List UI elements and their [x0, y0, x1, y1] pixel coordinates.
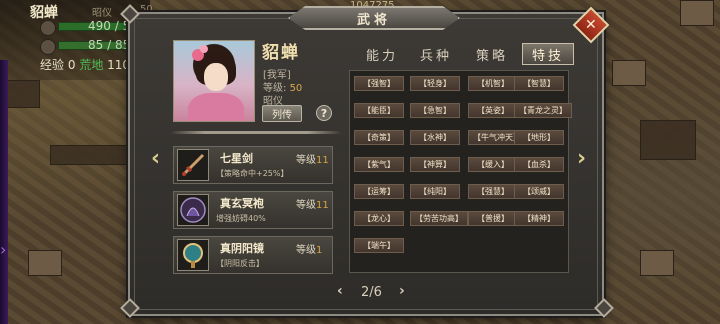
- equipment-level: 等级11: [296, 155, 329, 166]
- troops-icon: [40, 39, 56, 55]
- skill-chip[interactable]: 【轻身】: [410, 76, 460, 91]
- skill-chip[interactable]: 【普援】: [468, 211, 518, 226]
- exp-label: 经验: [40, 58, 65, 72]
- town-sprite: [612, 60, 646, 86]
- left-edge-strip: [0, 60, 8, 324]
- skill-chip[interactable]: 【紫气】: [354, 157, 404, 172]
- next-general-button[interactable]: ›: [577, 146, 586, 171]
- tab-ability[interactable]: 能力: [356, 43, 408, 65]
- left-drawer-icon[interactable]: ›: [0, 240, 6, 259]
- prev-general-button[interactable]: ‹: [151, 146, 160, 171]
- sword-icon: [177, 149, 209, 181]
- equipment-desc: 【策略命中+25%】: [216, 169, 289, 178]
- help-icon[interactable]: ?: [316, 105, 332, 121]
- skill-chip[interactable]: 【奇策】: [354, 130, 404, 145]
- skill-chip[interactable]: 【水神】: [410, 130, 460, 145]
- equipment-desc: 【阴阳反击】: [216, 259, 264, 268]
- tab-troops[interactable]: 兵种: [410, 43, 462, 65]
- skill-chip[interactable]: 【强智】: [354, 76, 404, 91]
- equipment-slot-accessory[interactable]: 真阴阳镜 等级1 【阴阳反击】: [173, 236, 333, 274]
- equipment-desc: 增强妨碍40%: [216, 214, 266, 223]
- skill-chip[interactable]: 【端午】: [354, 238, 404, 253]
- equipment-name: 真阴阳镜: [220, 242, 264, 255]
- skill-chip[interactable]: 【运筹】: [354, 184, 404, 199]
- skill-chip[interactable]: 【地形】: [514, 130, 564, 145]
- skill-chip[interactable]: 【强慧】: [468, 184, 518, 199]
- skill-chip[interactable]: 【龙心】: [354, 211, 404, 226]
- town-sprite: [680, 0, 714, 26]
- page-indicator: 2/6: [361, 285, 382, 300]
- equipment-level: 等级1: [296, 245, 323, 256]
- skill-chip[interactable]: 【纯阳】: [410, 184, 460, 199]
- skill-chip[interactable]: 【颂威】: [514, 184, 564, 199]
- town-sprite: [640, 250, 674, 276]
- character-name: 貂蝉: [262, 43, 300, 63]
- skill-chip[interactable]: 【智慧】: [514, 76, 564, 91]
- hp-icon: [40, 20, 56, 36]
- robe-icon: [177, 194, 209, 226]
- page-next-button[interactable]: ›: [399, 283, 405, 299]
- skill-chip[interactable]: 【精神】: [514, 211, 564, 226]
- hp-text: 490 / 5: [88, 19, 131, 33]
- dialog-title: 武将: [356, 12, 391, 28]
- card-divider: [170, 131, 342, 134]
- skill-chip[interactable]: 【神算】: [410, 157, 460, 172]
- hud-title: 昭仪: [92, 8, 112, 19]
- skill-chip[interactable]: 【劳苦功高】: [410, 211, 468, 226]
- skill-chip[interactable]: 【英姿】: [468, 103, 518, 118]
- character-portrait: [173, 40, 255, 122]
- equipment-name: 七星剑: [220, 152, 253, 165]
- skill-chip[interactable]: 【血杀】: [514, 157, 564, 172]
- land-value: 110: [107, 58, 131, 72]
- hud-name: 貂蝉: [30, 5, 58, 21]
- land-label: 荒地: [79, 58, 104, 72]
- skill-chip[interactable]: 【机智】: [468, 76, 518, 91]
- mirror-icon: [177, 239, 209, 271]
- tab-strategy[interactable]: 策略: [466, 43, 518, 65]
- equipment-level: 等级11: [296, 200, 329, 211]
- skill-chip[interactable]: 【能臣】: [354, 103, 404, 118]
- skill-chip[interactable]: 【青龙之灵】: [514, 103, 572, 118]
- biography-button[interactable]: 列传: [262, 105, 302, 122]
- close-icon: ✕: [585, 16, 597, 33]
- town-sprite: [28, 250, 62, 276]
- equipment-slot-armor[interactable]: 真玄冥袍 等级11 增强妨碍40%: [173, 191, 333, 229]
- equipment-slot-weapon[interactable]: 七星剑 等级11 【策略命中+25%】: [173, 146, 333, 184]
- dialog-title-plate: 武将: [288, 6, 460, 30]
- hud-stats: 经验 0 荒地 110: [40, 56, 130, 73]
- equipment-name: 真玄冥袍: [220, 197, 264, 210]
- troops-text: 85 / 85: [88, 38, 131, 52]
- skill-chip[interactable]: 【缓入】: [468, 157, 518, 172]
- tab-skills[interactable]: 特技: [522, 43, 574, 65]
- page-prev-button[interactable]: ‹: [337, 283, 343, 299]
- level-value: 50: [289, 83, 303, 94]
- exp-value: 0: [67, 58, 76, 72]
- skill-chip[interactable]: 【急智】: [410, 103, 460, 118]
